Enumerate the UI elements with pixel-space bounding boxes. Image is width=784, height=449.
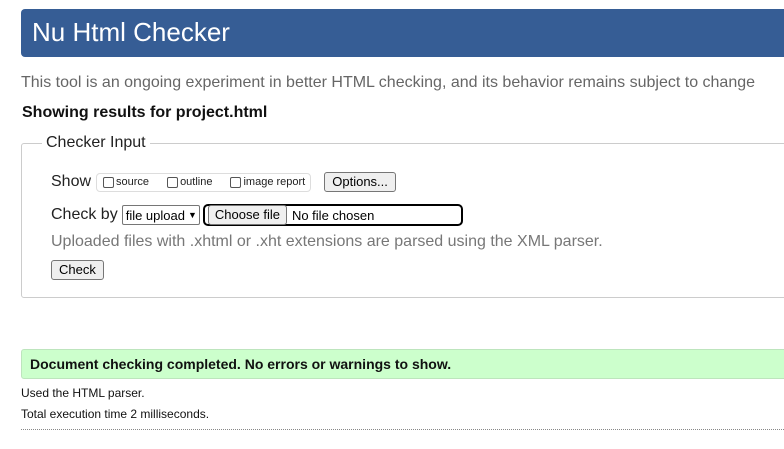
outline-checkbox[interactable] [167,176,179,188]
outline-checkbox-label[interactable]: outline [180,176,212,188]
no-file-chosen-text: No file chosen [291,207,375,223]
check-by-select-value: file upload [125,207,185,223]
success-message: Document checking completed. No errors o… [30,356,452,372]
show-row: Show source outline image report Options… [51,171,396,193]
check-button[interactable]: Check [51,260,104,280]
source-checkbox[interactable] [103,176,115,188]
execution-time-text: Total execution time 2 milliseconds. [21,407,210,421]
checker-input-legend: Checker Input [46,134,146,151]
page: Nu Html Checker This tool is an ongoing … [0,0,784,449]
show-options-group: source outline image report [96,172,312,192]
image-report-checkbox-label[interactable]: image report [243,176,305,188]
intro-text: This tool is an ongoing experiment in be… [21,74,756,91]
check-by-label: Check by [51,206,118,223]
choose-file-button[interactable]: Choose file [207,205,287,225]
parser-note: Uploaded files with .xhtml or .xht exten… [51,233,603,250]
check-button-row: Check [51,260,104,280]
check-by-row: Check by file upload ▼ Choose file No fi… [51,202,463,228]
options-button[interactable]: Options... [324,172,396,192]
show-label: Show [51,173,92,190]
parser-used-text: Used the HTML parser. [21,386,145,400]
image-report-checkbox[interactable] [230,176,242,188]
file-input[interactable]: Choose file No file chosen [202,204,463,226]
chevron-down-icon: ▼ [187,210,197,220]
results-heading: Showing results for project.html [22,104,268,121]
dotted-divider [21,429,784,430]
page-title: Nu Html Checker [32,17,230,47]
success-message-box: Document checking completed. No errors o… [21,349,784,379]
source-checkbox-label[interactable]: source [116,176,149,188]
header-bar: Nu Html Checker [21,9,784,57]
check-by-select[interactable]: file upload ▼ [121,205,200,225]
